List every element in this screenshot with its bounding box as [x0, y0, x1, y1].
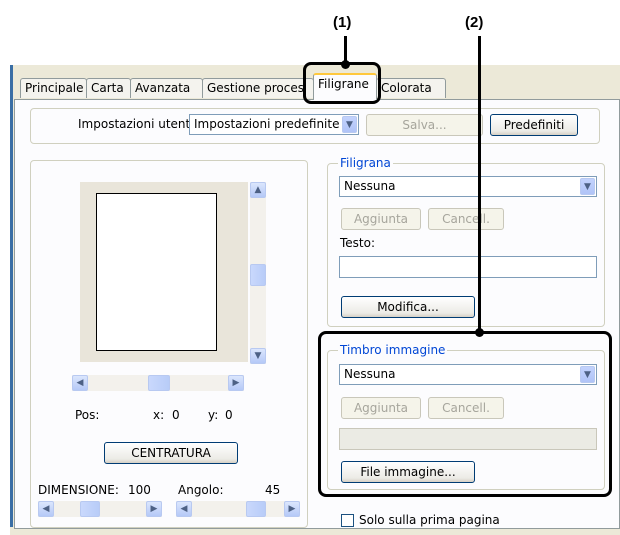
edit-button[interactable]: Modifica...: [341, 296, 475, 318]
y-value: 0: [225, 408, 233, 422]
x-label: x:: [153, 408, 165, 422]
vertical-scroll-thumb[interactable]: [250, 264, 266, 286]
scroll-down-icon[interactable]: ▼: [250, 348, 266, 364]
defaults-button[interactable]: Predefiniti: [490, 114, 578, 136]
text-label: Testo:: [340, 236, 376, 250]
angle-label: Angolo:: [178, 483, 224, 497]
angle-slider[interactable]: [176, 501, 300, 517]
watermark-group-title: Filigrana: [338, 156, 393, 170]
size-decrease-icon[interactable]: ◀: [38, 501, 54, 517]
callout-box-2: [318, 331, 612, 497]
horizontal-scroll-thumb[interactable]: [148, 375, 170, 391]
angle-value: 45: [265, 483, 281, 497]
size-value: 100: [128, 483, 151, 497]
watermark-value: Nessuna: [344, 179, 396, 193]
angle-slider-thumb[interactable]: [246, 501, 266, 517]
user-settings-select[interactable]: Impostazioni predefinite ▼: [189, 114, 359, 135]
x-value: 0: [172, 408, 180, 422]
tab-gestione-processi[interactable]: Gestione proces: [202, 78, 314, 98]
watermark-text-input[interactable]: [339, 256, 597, 278]
first-page-only-checkbox[interactable]: [341, 514, 354, 527]
callout-dot-1: [341, 60, 350, 69]
angle-increase-icon[interactable]: ▶: [284, 501, 300, 517]
tab-principale[interactable]: Principale: [20, 78, 87, 98]
page-preview: [96, 193, 217, 351]
size-increase-icon[interactable]: ▶: [146, 501, 162, 517]
size-slider[interactable]: [38, 501, 162, 517]
tab-carta[interactable]: Carta: [86, 78, 131, 98]
watermark-select[interactable]: Nessuna ▼: [339, 176, 597, 197]
size-slider-thumb[interactable]: [80, 501, 100, 517]
tab-filigrane[interactable]: Filigrane: [313, 73, 377, 100]
callout-label-2: (2): [465, 14, 484, 31]
tab-colorata[interactable]: Colorata: [376, 78, 446, 98]
watermark-cancel-button[interactable]: Cancell.: [428, 208, 504, 230]
scroll-up-icon[interactable]: ▲: [250, 182, 266, 198]
size-label: DIMENSIONE:: [38, 483, 119, 497]
scroll-right-icon[interactable]: ▶: [228, 375, 244, 391]
window-left-border: [10, 65, 13, 527]
callout-label-1: (1): [333, 14, 352, 31]
scroll-left-icon[interactable]: ◀: [72, 375, 88, 391]
chevron-down-icon[interactable]: ▼: [580, 178, 595, 195]
user-settings-value: Impostazioni predefinite: [194, 117, 340, 131]
user-settings-label: Impostazioni utente:: [78, 117, 202, 131]
first-page-only-label: Solo sulla prima pagina: [359, 513, 500, 527]
tab-avanzata[interactable]: Avanzata: [130, 78, 203, 98]
angle-decrease-icon[interactable]: ◀: [176, 501, 192, 517]
pos-label: Pos:: [75, 408, 100, 422]
watermark-add-button[interactable]: Aggiunta: [341, 208, 421, 230]
y-label: y:: [208, 408, 219, 422]
callout-line-2: [478, 36, 481, 332]
callout-dot-2: [475, 328, 484, 337]
chevron-down-icon[interactable]: ▼: [342, 116, 357, 133]
center-button[interactable]: CENTRATURA: [104, 442, 238, 464]
save-button[interactable]: Salva...: [366, 114, 483, 136]
